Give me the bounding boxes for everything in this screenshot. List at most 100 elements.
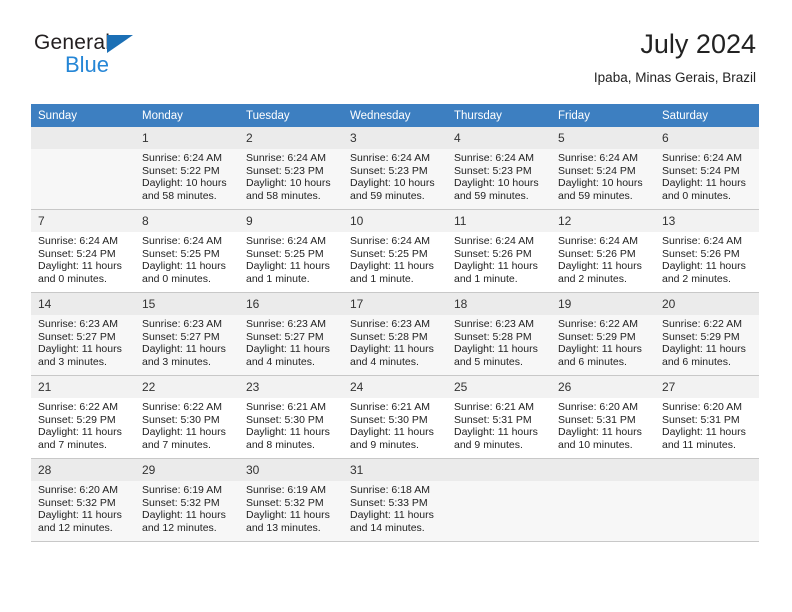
daylight-line-2: and 4 minutes. [350, 355, 419, 368]
daylight-text: Daylight: 10 hours [246, 177, 331, 190]
calendar-day-cell[interactable]: 27 Sunrise: 6:20 AM Sunset: 5:31 PM Dayligh… [655, 375, 759, 459]
calendar-day-cell[interactable]: 23 Sunrise: 6:21 AM Sunset: 5:30 PM Dayligh… [239, 375, 343, 459]
calendar-day-cell[interactable]: 18 Sunrise: 6:23 AM Sunset: 5:28 PM Dayligh… [447, 292, 551, 376]
sunset-text: Sunset: 5:30 PM [246, 413, 324, 426]
sunset-text: Sunset: 5:24 PM [38, 247, 116, 260]
daylight-line-2: and 1 minute. [350, 272, 414, 285]
calendar-day-cell[interactable]: 1 Sunrise: 6:24 AM Sunset: 5:22 PM Daylight… [135, 127, 239, 210]
calendar-day-cell[interactable]: 29 Sunrise: 6:19 AM Sunset: 5:32 PM Dayligh… [135, 458, 239, 542]
calendar-day-cell[interactable]: 4 Sunrise: 6:24 AM Sunset: 5:23 PM Daylight… [447, 127, 551, 210]
daylight-text: Daylight: 11 hours [350, 509, 434, 522]
sunrise-text: Sunrise: 6:24 AM [142, 152, 222, 164]
calendar-day-cell[interactable]: 2 Sunrise: 6:24 AM Sunset: 5:23 PM Daylight… [239, 127, 343, 210]
calendar-day-cell[interactable]: 20 Sunrise: 6:22 AM Sunset: 5:29 PM Dayligh… [655, 292, 759, 376]
day-number: 25 [447, 376, 551, 398]
weekday-header-tuesday: Tuesday [239, 104, 343, 127]
day-details: Sunrise: 6:21 AM Sunset: 5:30 PM Daylight:… [239, 398, 343, 458]
daylight-line-2: and 9 minutes. [454, 438, 523, 451]
calendar-day-cell[interactable]: 30 Sunrise: 6:19 AM Sunset: 5:32 PM Dayligh… [239, 458, 343, 542]
page-title: July 2024 [640, 29, 756, 59]
daylight-text: Daylight: 10 hours [558, 177, 643, 190]
calendar-day-cell[interactable]: 22 Sunrise: 6:22 AM Sunset: 5:30 PM Dayligh… [135, 375, 239, 459]
calendar-day-cell[interactable]: 17 Sunrise: 6:23 AM Sunset: 5:28 PM Dayligh… [343, 292, 447, 376]
day-details: Sunrise: 6:24 AM Sunset: 5:25 PM Daylight:… [135, 232, 239, 292]
calendar-week-row: 14 Sunrise: 6:23 AM Sunset: 5:27 PM Dayligh… [31, 292, 759, 376]
day-details: Sunrise: 6:24 AM Sunset: 5:24 PM Daylight:… [551, 149, 655, 209]
sunrise-text: Sunrise: 6:22 AM [142, 401, 222, 413]
day-number [655, 459, 759, 481]
day-details: Sunrise: 6:18 AM Sunset: 5:33 PM Daylight:… [343, 481, 447, 541]
calendar-day-cell[interactable]: 8 Sunrise: 6:24 AM Sunset: 5:25 PM Daylight… [135, 209, 239, 293]
day-number: 22 [135, 376, 239, 398]
day-details [31, 149, 135, 209]
weekday-header-sunday: Sunday [31, 104, 135, 127]
sunrise-text: Sunrise: 6:23 AM [142, 318, 222, 330]
day-number: 30 [239, 459, 343, 481]
calendar-day-cell[interactable]: 7 Sunrise: 6:24 AM Sunset: 5:24 PM Daylight… [31, 209, 135, 293]
calendar-day-cell[interactable]: 11 Sunrise: 6:24 AM Sunset: 5:26 PM Dayligh… [447, 209, 551, 293]
calendar-day-cell[interactable]: 19 Sunrise: 6:22 AM Sunset: 5:29 PM Dayligh… [551, 292, 655, 376]
day-details [447, 481, 551, 541]
calendar-day-cell[interactable]: 31 Sunrise: 6:18 AM Sunset: 5:33 PM Dayligh… [343, 458, 447, 542]
daylight-text: Daylight: 11 hours [246, 426, 330, 439]
sunset-text: Sunset: 5:29 PM [662, 330, 740, 343]
brand-logo[interactable]: General Blue [34, 32, 214, 88]
day-details: Sunrise: 6:23 AM Sunset: 5:27 PM Daylight:… [31, 315, 135, 375]
sunrise-text: Sunrise: 6:19 AM [246, 484, 326, 496]
calendar-day-cell[interactable]: 3 Sunrise: 6:24 AM Sunset: 5:23 PM Daylight… [343, 127, 447, 210]
calendar-day-cell[interactable]: 6 Sunrise: 6:24 AM Sunset: 5:24 PM Daylight… [655, 127, 759, 210]
daylight-line-2: and 3 minutes. [38, 355, 107, 368]
daylight-line-2: and 12 minutes. [38, 521, 113, 534]
calendar-day-cell[interactable]: 26 Sunrise: 6:20 AM Sunset: 5:31 PM Dayligh… [551, 375, 655, 459]
daylight-line-2: and 0 minutes. [142, 272, 211, 285]
daylight-text: Daylight: 11 hours [38, 509, 122, 522]
calendar-day-cell[interactable]: 16 Sunrise: 6:23 AM Sunset: 5:27 PM Dayligh… [239, 292, 343, 376]
sunrise-text: Sunrise: 6:23 AM [38, 318, 118, 330]
weekday-header-wednesday: Wednesday [343, 104, 447, 127]
sunrise-text: Sunrise: 6:22 AM [662, 318, 742, 330]
sunset-text: Sunset: 5:25 PM [246, 247, 324, 260]
calendar-day-cell[interactable]: 9 Sunrise: 6:24 AM Sunset: 5:25 PM Daylight… [239, 209, 343, 293]
daylight-text: Daylight: 11 hours [246, 509, 330, 522]
sunset-text: Sunset: 5:32 PM [38, 496, 116, 509]
sunset-text: Sunset: 5:28 PM [454, 330, 532, 343]
sunrise-text: Sunrise: 6:24 AM [662, 235, 742, 247]
daylight-text: Daylight: 11 hours [38, 426, 122, 439]
daylight-text: Daylight: 11 hours [142, 343, 226, 356]
daylight-line-2: and 10 minutes. [558, 438, 633, 451]
day-details: Sunrise: 6:22 AM Sunset: 5:29 PM Daylight:… [655, 315, 759, 375]
day-details: Sunrise: 6:24 AM Sunset: 5:22 PM Daylight:… [135, 149, 239, 209]
day-number: 26 [551, 376, 655, 398]
day-details: Sunrise: 6:22 AM Sunset: 5:30 PM Daylight:… [135, 398, 239, 458]
daylight-line-2: and 0 minutes. [38, 272, 107, 285]
day-details: Sunrise: 6:24 AM Sunset: 5:23 PM Daylight:… [447, 149, 551, 209]
daylight-line-2: and 12 minutes. [142, 521, 217, 534]
sunset-text: Sunset: 5:26 PM [558, 247, 636, 260]
day-number: 23 [239, 376, 343, 398]
calendar-day-cell[interactable]: 12 Sunrise: 6:24 AM Sunset: 5:26 PM Dayligh… [551, 209, 655, 293]
calendar-day-cell[interactable]: 24 Sunrise: 6:21 AM Sunset: 5:30 PM Dayligh… [343, 375, 447, 459]
day-details: Sunrise: 6:20 AM Sunset: 5:32 PM Daylight:… [31, 481, 135, 541]
calendar-day-cell[interactable]: 5 Sunrise: 6:24 AM Sunset: 5:24 PM Daylight… [551, 127, 655, 210]
day-number: 27 [655, 376, 759, 398]
calendar-day-cell[interactable]: 21 Sunrise: 6:22 AM Sunset: 5:29 PM Dayligh… [31, 375, 135, 459]
daylight-line-2: and 6 minutes. [558, 355, 627, 368]
day-number: 15 [135, 293, 239, 315]
calendar-day-cell[interactable]: 25 Sunrise: 6:21 AM Sunset: 5:31 PM Dayligh… [447, 375, 551, 459]
day-details: Sunrise: 6:20 AM Sunset: 5:31 PM Daylight:… [655, 398, 759, 458]
calendar-day-cell[interactable]: 28 Sunrise: 6:20 AM Sunset: 5:32 PM Dayligh… [31, 458, 135, 542]
calendar-day-cell[interactable]: 15 Sunrise: 6:23 AM Sunset: 5:27 PM Dayligh… [135, 292, 239, 376]
sunrise-text: Sunrise: 6:19 AM [142, 484, 222, 496]
day-details: Sunrise: 6:24 AM Sunset: 5:25 PM Daylight:… [343, 232, 447, 292]
sunrise-text: Sunrise: 6:20 AM [38, 484, 118, 496]
calendar-day-cell[interactable]: 10 Sunrise: 6:24 AM Sunset: 5:25 PM Dayligh… [343, 209, 447, 293]
daylight-line-2: and 2 minutes. [558, 272, 627, 285]
calendar-day-cell[interactable]: 14 Sunrise: 6:23 AM Sunset: 5:27 PM Dayligh… [31, 292, 135, 376]
day-number [447, 459, 551, 481]
day-details: Sunrise: 6:22 AM Sunset: 5:29 PM Daylight:… [551, 315, 655, 375]
calendar-day-cell[interactable]: 13 Sunrise: 6:24 AM Sunset: 5:26 PM Dayligh… [655, 209, 759, 293]
day-number: 29 [135, 459, 239, 481]
brand-name-blue: Blue [65, 52, 110, 77]
sunset-text: Sunset: 5:31 PM [454, 413, 532, 426]
sunset-text: Sunset: 5:30 PM [350, 413, 428, 426]
